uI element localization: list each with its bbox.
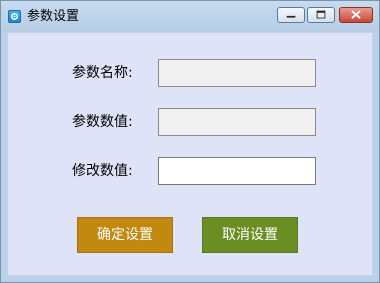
edit-value-label: 修改数值: (72, 163, 133, 179)
title-bar[interactable]: 参数设置 (1, 1, 379, 32)
app-gear-icon (8, 10, 21, 23)
param-name-field[interactable] (158, 59, 316, 87)
param-name-label: 参数名称: (72, 65, 133, 81)
minimize-button[interactable] (277, 7, 305, 23)
maximize-icon (316, 10, 326, 19)
close-icon (351, 10, 361, 19)
confirm-settings-button[interactable]: 确定设置 (77, 217, 173, 253)
maximize-button[interactable] (307, 7, 335, 23)
form-panel: 参数名称: 参数数值: 修改数值: 确定设置 取消设置 (7, 32, 373, 276)
settings-window: 参数设置 参数名称: 参数数值: 修改数值: 确定设置 取消设置 (0, 0, 380, 283)
param-value-label: 参数数值: (72, 114, 133, 130)
minimize-icon (286, 15, 296, 18)
cancel-settings-button[interactable]: 取消设置 (202, 217, 298, 253)
edit-value-input[interactable] (158, 157, 316, 185)
window-title: 参数设置 (27, 9, 80, 24)
close-button[interactable] (339, 7, 373, 23)
param-value-field[interactable] (158, 108, 316, 136)
